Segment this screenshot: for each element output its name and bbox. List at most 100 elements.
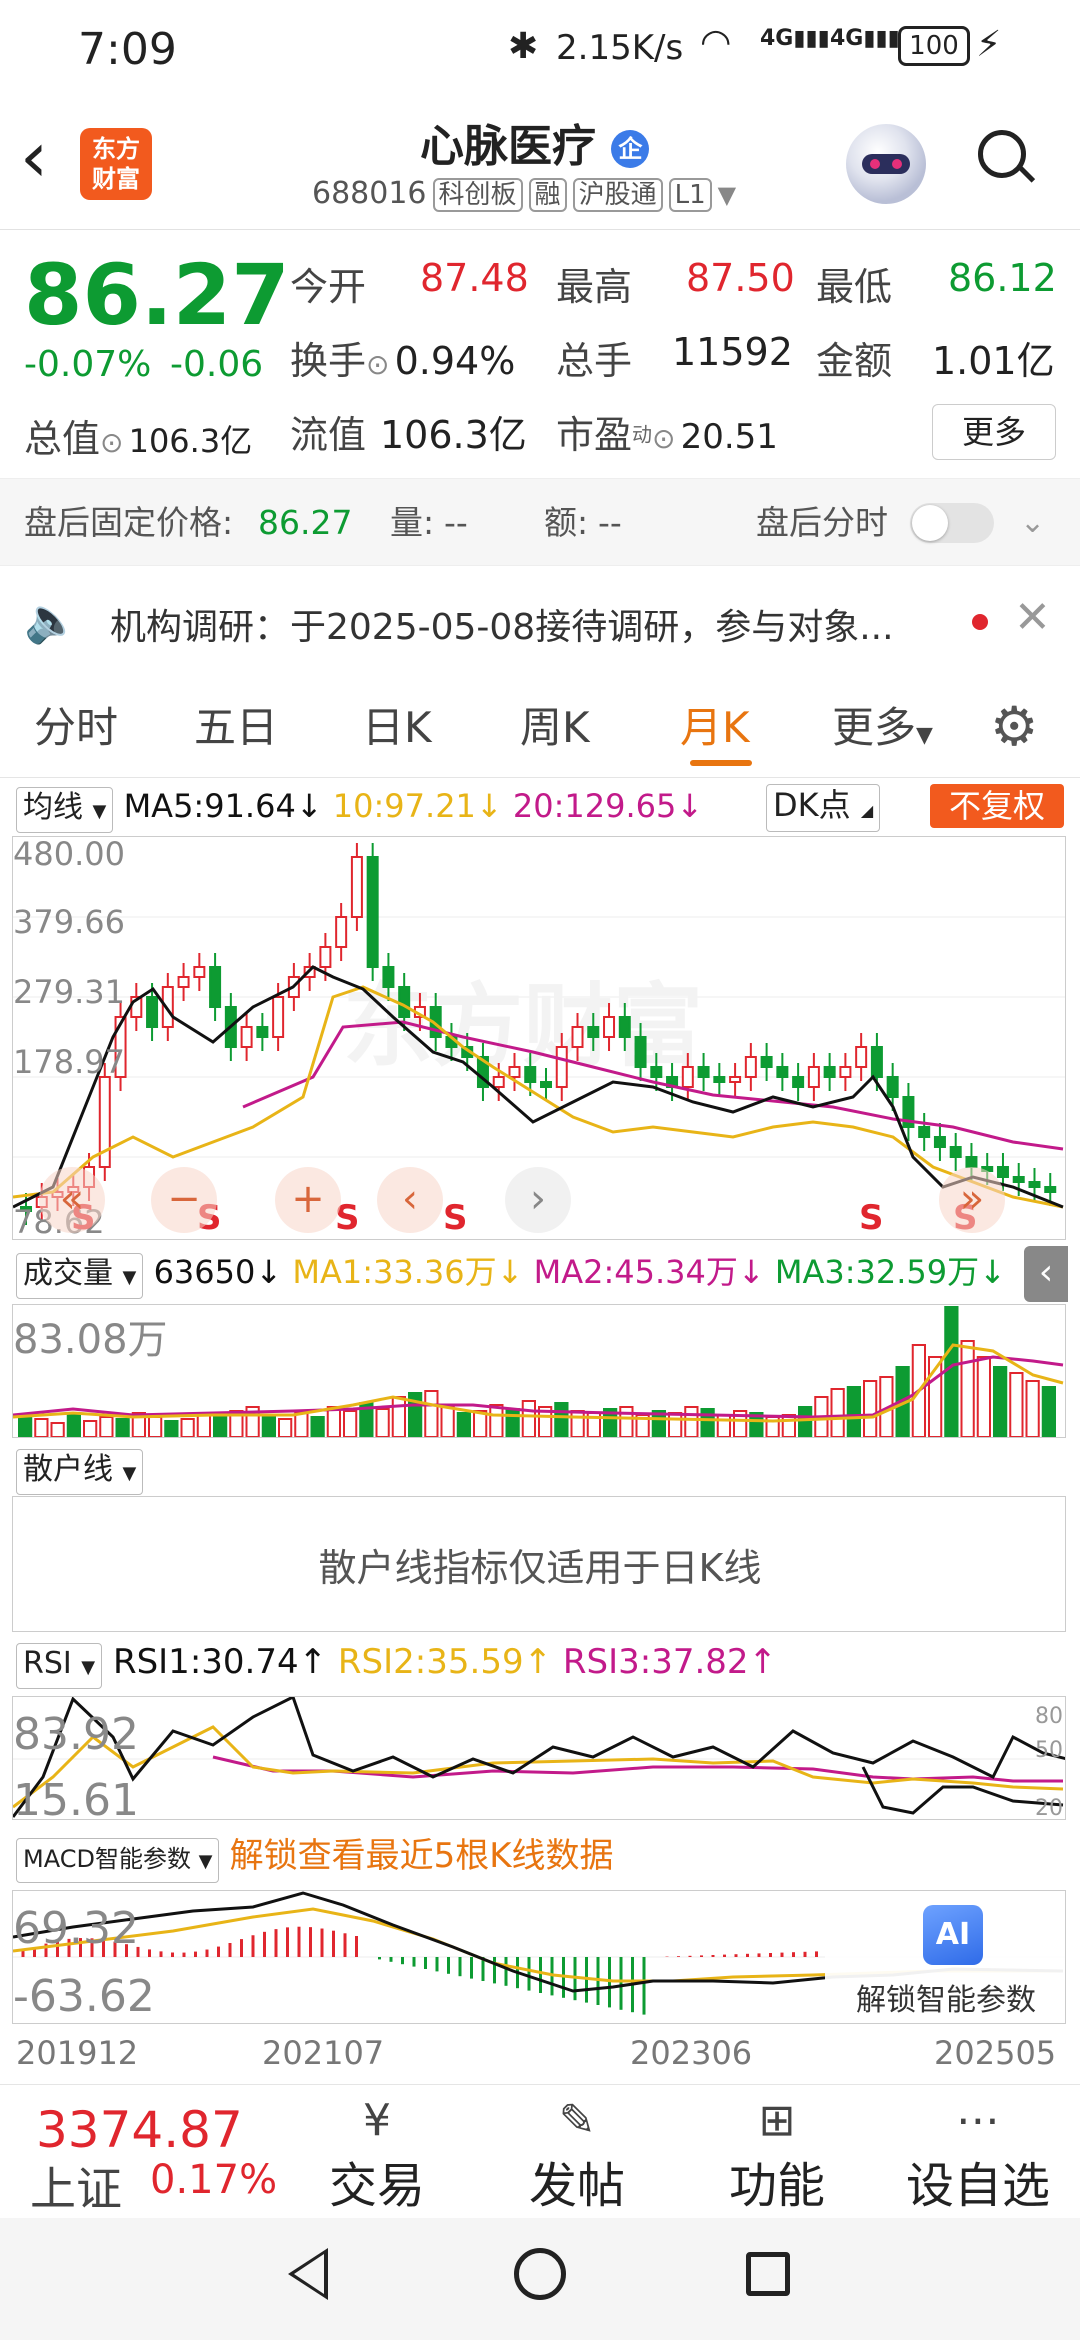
tag-level: L1 xyxy=(668,178,712,212)
volume-selector[interactable]: 成交量 ▼ xyxy=(16,1253,144,1299)
charging-icon: ⚡ xyxy=(976,24,1002,65)
chevron-down-icon[interactable]: ⌄ xyxy=(1020,479,1045,567)
close-icon[interactable]: ✕ xyxy=(1014,592,1051,643)
volume-bar xyxy=(684,1406,699,1437)
info-icon[interactable]: ⊙ xyxy=(366,348,389,381)
candle-body xyxy=(555,1046,568,1088)
nav-home-icon[interactable] xyxy=(514,2248,566,2300)
rsi-chart[interactable]: 83.92 15.61 80 50 20 xyxy=(12,1696,1066,1820)
rsi-indicator-bar: RSI ▼ RSI1:30.74↑ RSI2:35.59↑ RSI3:37.82… xyxy=(16,1640,1016,1689)
trade-icon: ¥ xyxy=(363,2095,391,2146)
volume-y-label: 83.08万 xyxy=(13,1317,168,1363)
stock-code-row: 688016 科创板融沪股通 L1 ▼ xyxy=(312,176,736,212)
rsi1-line xyxy=(13,1697,1065,1818)
volume-ma1: MA1:33.36万↓ xyxy=(292,1253,524,1291)
ma-selector[interactable]: 均线 ▼ xyxy=(16,787,114,833)
collapse-panel-icon[interactable]: ‹ xyxy=(1024,1246,1068,1302)
tab-intraday[interactable]: 分时 xyxy=(34,678,118,778)
after-hours-bar: 盘后固定价格: 86.27 量: -- 额: -- 盘后分时 ⌄ xyxy=(0,478,1080,566)
candle-body xyxy=(350,856,363,918)
macd-unlock-link[interactable]: 解锁查看最近5根K线数据 xyxy=(230,1836,614,1876)
chevron-down-icon[interactable]: ▼ xyxy=(718,181,736,209)
volume-bar xyxy=(830,1388,845,1437)
rsi-y-label-2: 15.61 xyxy=(13,1775,139,1820)
volume-bar xyxy=(554,1402,569,1437)
post-button[interactable]: ✎ 发帖 xyxy=(522,2095,632,2216)
system-nav-bar xyxy=(0,2218,1080,2340)
x-axis-label: 202505 xyxy=(934,2034,1057,2072)
tab-week-k[interactable]: 周K xyxy=(520,678,590,778)
price-adjust-button[interactable]: 不复权 xyxy=(930,784,1064,828)
more-button[interactable]: 更多 xyxy=(932,404,1056,460)
retail-selector[interactable]: 散户线 ▼ xyxy=(16,1449,144,1495)
after-hours-vol-label: 量: xyxy=(390,503,435,542)
scroll-left-icon[interactable]: ‹ xyxy=(377,1167,443,1233)
ma10-value: 10:97.21↓ xyxy=(332,787,503,825)
after-hours-toggle[interactable] xyxy=(910,503,994,543)
volume-bar xyxy=(489,1404,504,1437)
stock-name: 心脉医疗 xyxy=(420,121,596,172)
scroll-left-fast-icon[interactable]: « xyxy=(39,1167,105,1233)
tag-margin: 融 xyxy=(528,178,567,212)
volume-bar xyxy=(294,1412,309,1437)
index-change: 0.17% xyxy=(150,2157,278,2203)
rsi-right-label-50: 50 xyxy=(1035,1738,1063,1763)
info-icon[interactable]: ⊙ xyxy=(100,426,123,459)
candle-body xyxy=(996,1166,1009,1178)
ai-unlock-overlay[interactable]: AI 解锁智能参数 xyxy=(825,1891,1065,2023)
volume-bar xyxy=(521,1400,536,1437)
net-speed: 2.15K/s xyxy=(556,28,684,68)
scroll-right-fast-icon[interactable]: » xyxy=(939,1167,1005,1233)
back-arrow-icon[interactable]: ‹ xyxy=(20,122,48,192)
volume-bar xyxy=(944,1306,959,1437)
volume-bar xyxy=(164,1420,179,1437)
volume-chart[interactable]: 83.08万 xyxy=(12,1304,1066,1438)
amount-label: 金额 xyxy=(816,339,893,383)
stock-header: ‹ 东方 财富 心脉医疗 企 688016 科创板融沪股通 L1 ▼ xyxy=(0,100,1080,230)
high-value: 87.50 xyxy=(686,256,795,300)
sell-marker: S xyxy=(443,1198,468,1238)
rsi-selector[interactable]: RSI ▼ xyxy=(16,1643,103,1689)
scroll-right-icon[interactable]: › xyxy=(505,1167,571,1233)
x-axis-label: 202306 xyxy=(630,2034,753,2072)
candle-body xyxy=(1028,1181,1041,1188)
volume-bar xyxy=(115,1418,130,1437)
volume-bar xyxy=(993,1366,1008,1437)
volume-ma3: MA3:32.59万↓ xyxy=(774,1253,1006,1291)
dk-button[interactable]: DK点 ◢ xyxy=(766,784,881,832)
macd-chart[interactable]: 69.32 -63.62 AI 解锁智能参数 xyxy=(12,1890,1066,2024)
zoom-out-icon[interactable]: − xyxy=(151,1167,217,1233)
bluetooth-icon: ✱ xyxy=(508,26,539,67)
kline-chart[interactable]: 东方财富 480.00 379.66 279.31 178.97 78.62 S… xyxy=(12,836,1066,1240)
volume-bar xyxy=(798,1406,813,1437)
tab-5day[interactable]: 五日 xyxy=(194,678,278,778)
search-icon[interactable] xyxy=(978,130,1036,186)
tab-day-k[interactable]: 日K xyxy=(362,678,432,778)
index-name: 上证 xyxy=(30,2162,122,2216)
kline-y-label-3: 279.31 xyxy=(13,973,125,1011)
enterprise-badge: 企 xyxy=(611,130,650,168)
trade-button[interactable]: ¥ 交易 xyxy=(322,2095,432,2216)
x-axis-label: 201912 xyxy=(16,2034,139,2072)
rsi1-line-tail xyxy=(861,1766,1064,1815)
after-hours-amt-label: 额: xyxy=(544,503,589,542)
notice-bar[interactable]: 🔈 机构调研：于2025-05-08接待调研，参与对象... ✕ xyxy=(0,568,1080,672)
volume-bar xyxy=(1009,1372,1024,1437)
zoom-in-icon[interactable]: + xyxy=(275,1167,341,1233)
add-watchlist-button[interactable]: ⋯ 设自选 xyxy=(898,2095,1058,2216)
info-icon[interactable]: ⊙ xyxy=(652,422,675,455)
candle-body xyxy=(713,1076,726,1083)
volume-bar xyxy=(278,1418,293,1437)
app-logo[interactable]: 东方 财富 xyxy=(80,128,152,200)
function-button[interactable]: ⊞ 功能 xyxy=(722,2095,832,2216)
candle-body xyxy=(177,976,190,988)
volume-value: 63650↓ xyxy=(153,1253,283,1291)
macd-selector[interactable]: MACD智能参数 ▼ xyxy=(16,1838,220,1883)
index-widget[interactable]: 3374.87 上证 0.17% xyxy=(30,2101,310,2216)
nav-recents-icon[interactable] xyxy=(746,2252,790,2296)
stock-code: 688016 xyxy=(312,176,427,211)
tab-more[interactable]: 更多▼ xyxy=(832,678,933,778)
robot-avatar[interactable] xyxy=(846,124,926,204)
wifi-icon: ◠ xyxy=(700,22,732,63)
settings-gear-icon[interactable]: ⚙ xyxy=(990,700,1038,754)
